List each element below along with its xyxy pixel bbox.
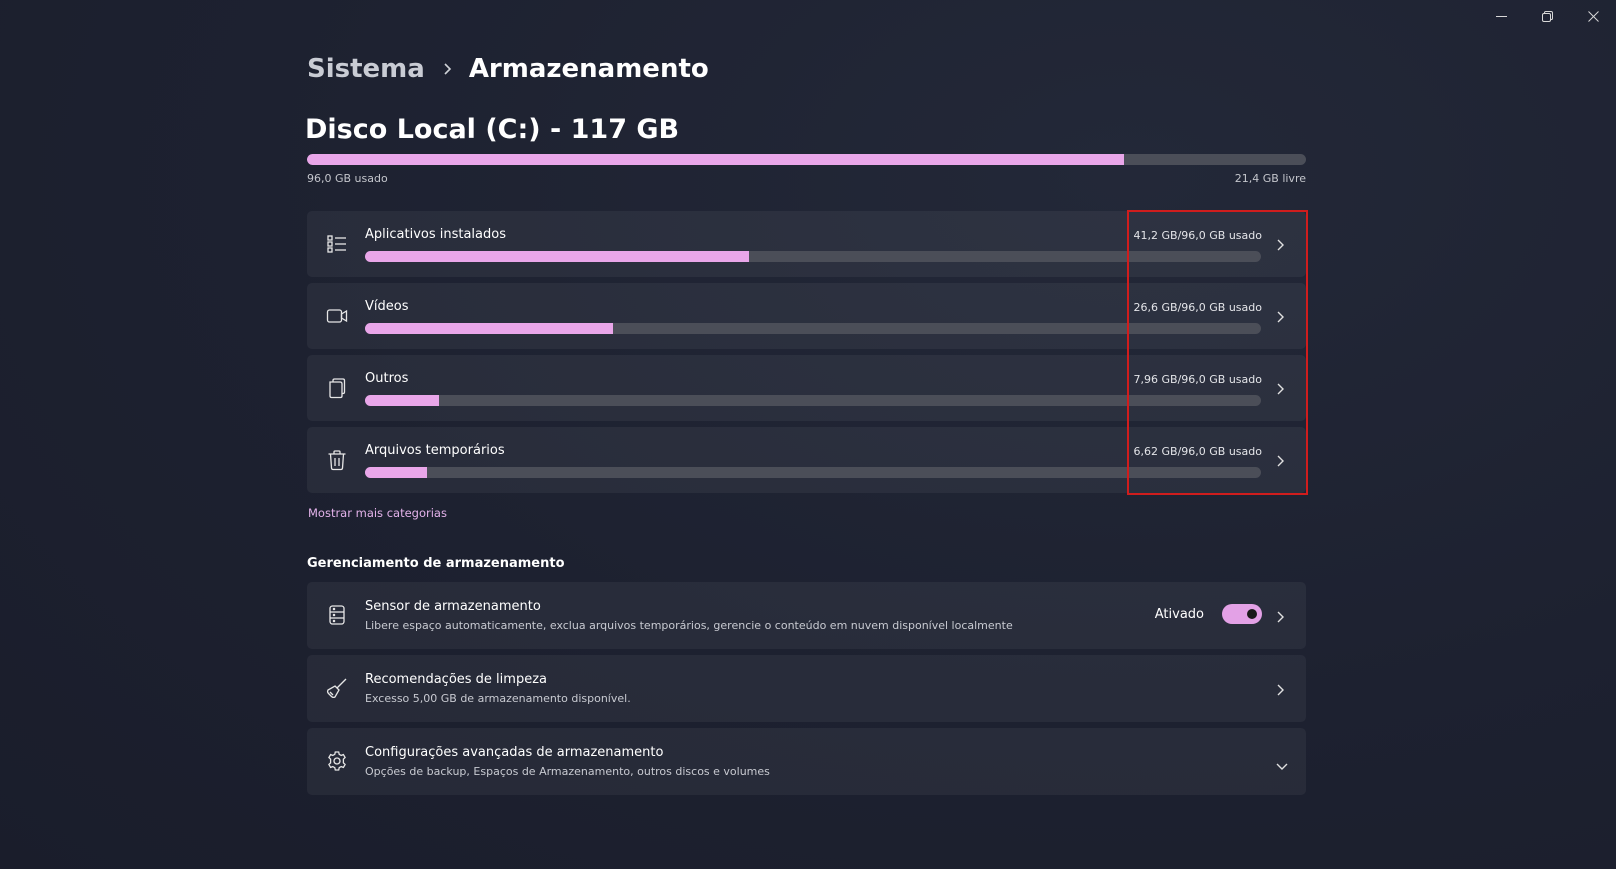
- category-usage-text: 41,2 GB/96,0 GB usado: [1133, 229, 1262, 242]
- category-label: Arquivos temporários: [365, 443, 505, 458]
- minimize-button[interactable]: [1478, 0, 1524, 32]
- category-usage-bar: [365, 251, 1261, 262]
- chevron-down-icon[interactable]: [1275, 757, 1289, 770]
- category-usage-fill: [365, 251, 750, 262]
- window-controls: [1478, 0, 1616, 32]
- settings-window: Sistema Armazenamento Disco Local (C:) -…: [0, 0, 1616, 869]
- item-title: Configurações avançadas de armazenamento: [365, 745, 664, 760]
- close-button[interactable]: [1570, 0, 1616, 32]
- category-label: Aplicativos instalados: [365, 227, 506, 242]
- restore-button[interactable]: [1524, 0, 1570, 32]
- category-usage-fill: [365, 395, 440, 406]
- toggle-knob: [1247, 609, 1257, 619]
- storage-sense-toggle[interactable]: [1222, 604, 1262, 624]
- section-title: Gerenciamento de armazenamento: [307, 556, 565, 571]
- apps-list-icon: [326, 233, 348, 255]
- toggle-state-label: Ativado: [1154, 607, 1204, 622]
- chevron-right-icon: [1276, 682, 1286, 696]
- restore-icon: [1541, 10, 1553, 22]
- category-usage-fill: [365, 323, 614, 334]
- chevron-right-icon: [1276, 453, 1286, 467]
- chevron-right-icon: [1276, 309, 1286, 323]
- category-item-apps[interactable]: Aplicativos instalados 41,2 GB/96,0 GB u…: [307, 211, 1306, 277]
- chevron-right-icon: [1276, 609, 1286, 623]
- item-title: Recomendações de limpeza: [365, 672, 547, 687]
- category-usage-bar: [365, 395, 1261, 406]
- category-usage-text: 7,96 GB/96,0 GB usado: [1133, 373, 1262, 386]
- cleanup-recommendations-item[interactable]: Recomendações de limpeza Excesso 5,00 GB…: [307, 655, 1306, 722]
- category-label: Vídeos: [365, 299, 409, 314]
- item-description: Libere espaço automaticamente, exclua ar…: [365, 619, 1013, 632]
- category-list: Aplicativos instalados 41,2 GB/96,0 GB u…: [307, 211, 1306, 499]
- category-label: Outros: [365, 371, 409, 386]
- item-description: Opções de backup, Espaços de Armazenamen…: [365, 765, 770, 778]
- category-usage-fill: [365, 467, 427, 478]
- video-camera-icon: [326, 305, 348, 327]
- breadcrumb: Sistema Armazenamento: [307, 54, 709, 84]
- category-usage-text: 6,62 GB/96,0 GB usado: [1133, 445, 1262, 458]
- page-title: Armazenamento: [468, 54, 709, 84]
- breadcrumb-parent-link[interactable]: Sistema: [307, 54, 425, 84]
- disk-used-label: 96,0 GB usado: [307, 172, 388, 185]
- category-item-others[interactable]: Outros 7,96 GB/96,0 GB usado: [307, 355, 1306, 421]
- management-list: Sensor de armazenamento Libere espaço au…: [307, 582, 1306, 801]
- chevron-right-icon: [1276, 237, 1286, 251]
- category-usage-text: 26,6 GB/96,0 GB usado: [1133, 301, 1262, 314]
- close-icon: [1587, 10, 1599, 22]
- minimize-icon: [1495, 15, 1507, 17]
- disk-usage-bar: [307, 154, 1306, 165]
- category-item-temp-files[interactable]: Arquivos temporários 6,62 GB/96,0 GB usa…: [307, 427, 1306, 493]
- item-description: Excesso 5,00 GB de armazenamento disponí…: [365, 692, 631, 705]
- category-item-videos[interactable]: Vídeos 26,6 GB/96,0 GB usado: [307, 283, 1306, 349]
- storage-sense-icon: [326, 604, 348, 626]
- category-usage-bar: [365, 323, 1261, 334]
- trash-icon: [326, 449, 348, 471]
- storage-sense-item[interactable]: Sensor de armazenamento Libere espaço au…: [307, 582, 1306, 649]
- disk-usage-fill: [307, 154, 1125, 165]
- item-title: Sensor de armazenamento: [365, 599, 541, 614]
- document-icon: [326, 377, 348, 399]
- advanced-storage-settings-item[interactable]: Configurações avançadas de armazenamento…: [307, 728, 1306, 795]
- gear-icon: [326, 750, 348, 772]
- broom-icon: [326, 677, 348, 699]
- chevron-right-icon: [1276, 381, 1286, 395]
- chevron-right-icon: [443, 62, 453, 76]
- disk-title: Disco Local (C:) - 117 GB: [305, 114, 680, 145]
- disk-free-label: 21,4 GB livre: [1234, 172, 1306, 185]
- category-usage-bar: [365, 467, 1261, 478]
- show-more-categories-link[interactable]: Mostrar mais categorias: [308, 506, 447, 520]
